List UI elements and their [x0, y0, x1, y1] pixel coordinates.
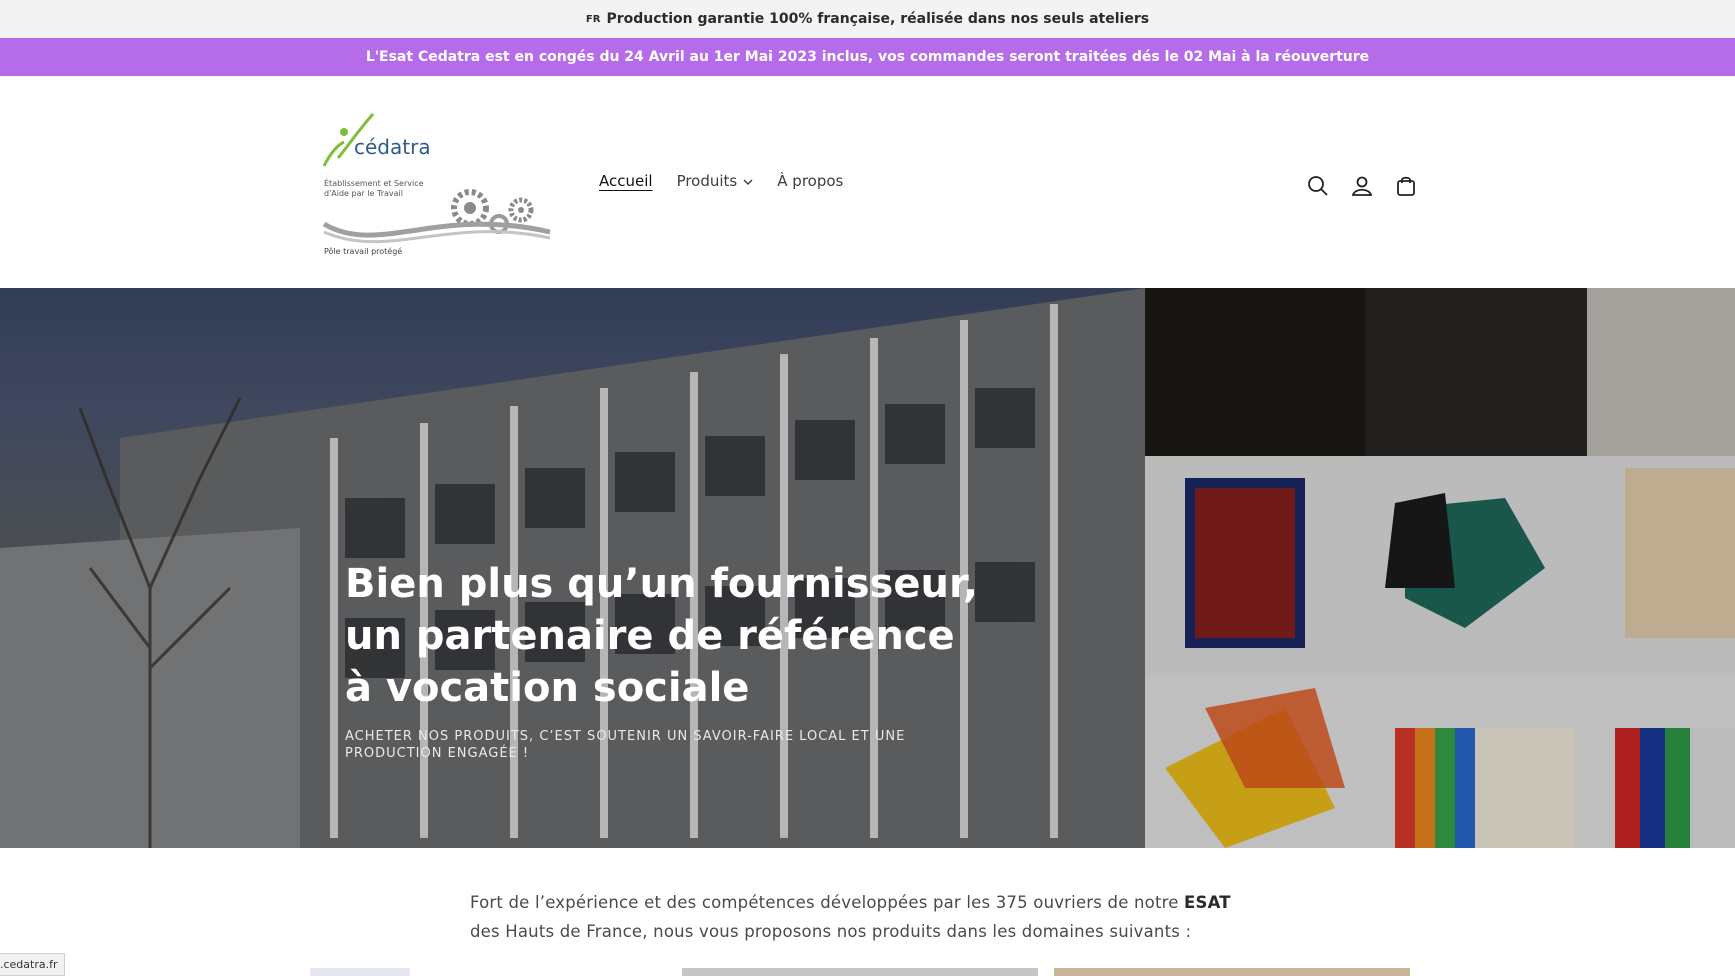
announcement-bar: FR Production garantie 100% française, r… — [0, 0, 1735, 38]
cart-icon[interactable] — [1384, 169, 1428, 203]
header-icons — [1296, 169, 1428, 203]
fr-flag-icon: FR — [585, 13, 601, 25]
search-icon[interactable] — [1296, 169, 1340, 203]
svg-text:cédatra: cédatra — [354, 135, 431, 159]
site-logo[interactable]: cédatra Établissement et Service d'Aide … — [318, 106, 558, 256]
main-nav: Accueil Produits À propos — [599, 172, 867, 190]
category-card-2[interactable] — [682, 968, 1038, 976]
intro-esat: ESAT — [1184, 893, 1231, 912]
chevron-down-icon — [743, 172, 753, 190]
account-icon[interactable] — [1340, 169, 1384, 203]
nav-item-home[interactable]: Accueil — [599, 172, 653, 190]
status-url: .cedatra.fr — [0, 953, 65, 976]
nav-item-products[interactable]: Produits — [677, 172, 754, 190]
svg-text:d'Aide par le Travail: d'Aide par le Travail — [324, 189, 403, 198]
nav-item-about[interactable]: À propos — [777, 172, 843, 190]
hero-subtitle: ACHETER NOS PRODUITS, C’EST SOUTENIR UN … — [345, 729, 906, 761]
category-card-3[interactable] — [1054, 968, 1410, 976]
intro-paragraph: Fort de l’expérience et des compétences … — [470, 888, 1260, 946]
intro-text-before: Fort de l’expérience et des compétences … — [470, 893, 1185, 912]
hero-content: Bien plus qu’un fournisseur, un partenai… — [345, 558, 985, 762]
svg-text:Pôle travail protégé: Pôle travail protégé — [324, 246, 402, 256]
category-card-1[interactable] — [310, 968, 410, 976]
nav-home-label: Accueil — [599, 172, 653, 190]
holiday-banner: L'Esat Cedatra est en congés du 24 Avril… — [0, 38, 1735, 76]
holiday-banner-text: L'Esat Cedatra est en congés du 24 Avril… — [365, 49, 1370, 65]
nav-about-label: À propos — [777, 172, 844, 190]
hero-title: Bien plus qu’un fournisseur, un partenai… — [345, 561, 979, 711]
announcement-text: Production garantie 100% française, réal… — [606, 11, 1150, 27]
site-header: cédatra Établissement et Service d'Aide … — [0, 76, 1735, 288]
intro-text-after: des Hauts de France, nous vous proposons… — [470, 922, 1192, 941]
nav-products-label: Produits — [676, 172, 738, 190]
svg-text:Établissement et Service: Établissement et Service — [324, 177, 424, 188]
hero-banner: Bien plus qu’un fournisseur, un partenai… — [0, 288, 1735, 848]
category-cards — [310, 968, 1410, 976]
